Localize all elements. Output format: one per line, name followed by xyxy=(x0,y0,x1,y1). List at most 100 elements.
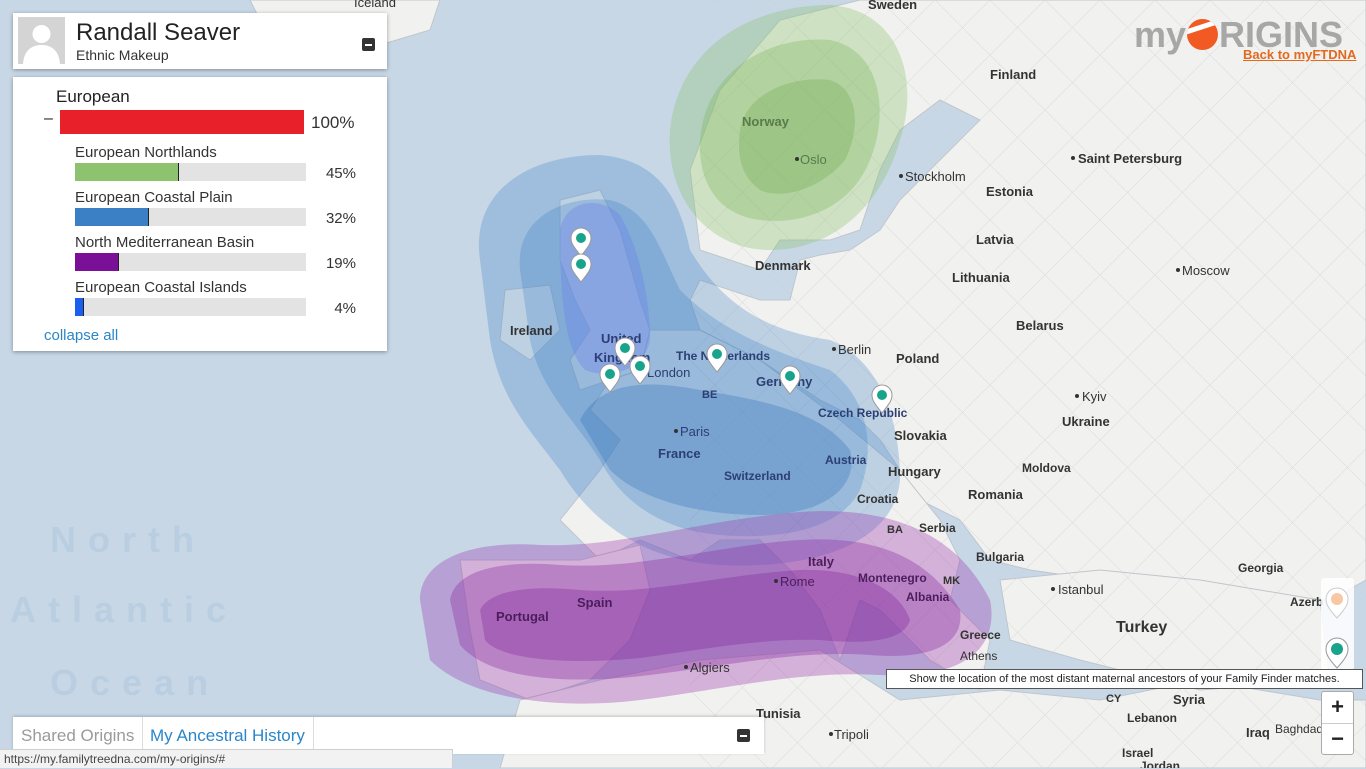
logo-globe-icon xyxy=(1187,19,1219,50)
map-label-estonia: Estonia xyxy=(986,184,1034,199)
map-label-croatia: Croatia xyxy=(857,492,899,506)
avatar xyxy=(18,17,65,64)
map-label-rome: Rome xyxy=(780,574,815,589)
category-toggle[interactable]: – xyxy=(44,110,53,128)
map-label-iraq: Iraq xyxy=(1246,725,1270,740)
profile-name: Randall Seaver xyxy=(76,19,241,46)
map-label-be: BE xyxy=(702,389,717,401)
map-label-athens: Athens xyxy=(960,649,997,663)
map-label-france: France xyxy=(658,446,701,461)
map-label-stockholm: Stockholm xyxy=(905,169,966,184)
city-dot xyxy=(684,665,688,669)
region-label: North Mediterranean Basin xyxy=(75,234,255,251)
map-label-italy: Italy xyxy=(808,554,835,569)
region-bar-fill xyxy=(75,208,149,226)
map-label-serbia: Serbia xyxy=(919,521,956,535)
zoom-in-button[interactable]: + xyxy=(1322,692,1353,724)
region-percent: 32% xyxy=(325,210,356,227)
category-bar xyxy=(60,110,304,134)
map-label-baghdad: Baghdad xyxy=(1275,722,1323,736)
map-label-albania: Albania xyxy=(906,590,950,604)
map-label-paris: Paris xyxy=(680,424,710,439)
region-percent: 19% xyxy=(325,255,356,272)
map-label-oslo: Oslo xyxy=(800,152,827,167)
map-label-belarus: Belarus xyxy=(1016,318,1064,333)
maternal-pin-icon xyxy=(1325,637,1349,669)
map-label-atlantic: Atlantic xyxy=(10,589,238,630)
profile-card: Randall Seaver Ethnic Makeup xyxy=(13,13,387,69)
category-title: European xyxy=(56,87,130,106)
map-label-iceland: Iceland xyxy=(354,0,396,10)
region-percent: 4% xyxy=(334,300,356,317)
region-label: European Coastal Islands xyxy=(75,279,247,296)
map-label-finland: Finland xyxy=(990,67,1036,82)
minimize-profile-button[interactable] xyxy=(362,38,375,51)
map-label-cy: CY xyxy=(1106,693,1122,705)
map-label-north: North xyxy=(50,519,206,560)
city-dot xyxy=(774,579,778,583)
map-label-georgia: Georgia xyxy=(1238,561,1284,575)
profile-subtitle: Ethnic Makeup xyxy=(76,47,169,63)
minimize-tabs-button[interactable] xyxy=(737,729,750,742)
map-label-ocean: Ocean xyxy=(50,662,220,703)
map-label-sweden: Sweden xyxy=(868,0,917,12)
map-label-hungary: Hungary xyxy=(888,464,942,479)
map-label-norway: Norway xyxy=(742,114,790,129)
collapse-all-link[interactable]: collapse all xyxy=(44,327,118,344)
map-label-syria: Syria xyxy=(1173,692,1206,707)
map-label-mk: MK xyxy=(943,575,960,587)
region-label: European Northlands xyxy=(75,144,217,161)
maternal-pin-tooltip: Show the location of the most distant ma… xyxy=(886,669,1363,689)
map-label-ukraine: Ukraine xyxy=(1062,414,1110,429)
map-label-czech: Czech Republic xyxy=(818,406,908,420)
region-bar-track xyxy=(75,163,306,181)
map-label-spain: Spain xyxy=(577,595,612,610)
map-label-istanbul: Istanbul xyxy=(1058,582,1104,597)
map-label-greece: Greece xyxy=(960,628,1001,642)
paternal-pin-icon xyxy=(1325,587,1349,619)
map-label-poland: Poland xyxy=(896,351,939,366)
map-label-ireland: Ireland xyxy=(510,323,553,338)
status-url-bar: https://my.familytreedna.com/my-origins/… xyxy=(0,749,453,768)
map-label-berlin: Berlin xyxy=(838,342,871,357)
region-bar-fill xyxy=(75,253,119,271)
city-dot xyxy=(795,157,799,161)
region-bar-fill xyxy=(75,298,85,316)
map-label-tripoli: Tripoli xyxy=(834,727,869,742)
map-label-london: London xyxy=(647,365,690,380)
city-dot xyxy=(832,347,836,351)
city-dot xyxy=(829,732,833,736)
map-label-romania: Romania xyxy=(968,487,1024,502)
map-label-lithuania: Lithuania xyxy=(952,270,1011,285)
map-label-montenegro: Montenegro xyxy=(858,571,927,585)
map-label-kyiv: Kyiv xyxy=(1082,389,1107,404)
region-bar-track xyxy=(75,208,306,226)
zoom-control: + − xyxy=(1321,691,1354,755)
region-label: European Coastal Plain xyxy=(75,189,233,206)
ethnic-makeup-panel: European – 100% European Northlands 45% … xyxy=(13,77,387,351)
map-label-saint-petersburg: Saint Petersburg xyxy=(1078,151,1182,166)
map-label-moldova: Moldova xyxy=(1022,461,1071,475)
region-bar-fill xyxy=(75,163,179,181)
map-label-portugal: Portugal xyxy=(496,609,549,624)
region-bar-track xyxy=(75,298,306,316)
region-percent: 45% xyxy=(325,165,356,182)
back-to-myftdna-link[interactable]: Back to myFTDNA xyxy=(1243,47,1356,62)
map-label-algiers: Algiers xyxy=(690,660,730,675)
region-bar-track xyxy=(75,253,306,271)
map-label-lebanon: Lebanon xyxy=(1127,711,1177,725)
category-percent: 100% xyxy=(311,113,355,132)
map-label-austria: Austria xyxy=(825,453,867,467)
map-label-israel: Israel xyxy=(1122,746,1153,760)
map-label-latvia: Latvia xyxy=(976,232,1014,247)
city-dot xyxy=(1051,587,1055,591)
map-label-jordan: Jordan xyxy=(1140,759,1180,768)
map-label-moscow: Moscow xyxy=(1182,263,1230,278)
map-label-denmark: Denmark xyxy=(755,258,811,273)
zoom-out-button[interactable]: − xyxy=(1322,724,1353,755)
city-dot xyxy=(899,174,903,178)
map-label-slovakia: Slovakia xyxy=(894,428,948,443)
map-label-switzerland: Switzerland xyxy=(724,469,791,483)
map-label-azerb: Azerb xyxy=(1290,595,1323,609)
city-dot xyxy=(1075,394,1079,398)
